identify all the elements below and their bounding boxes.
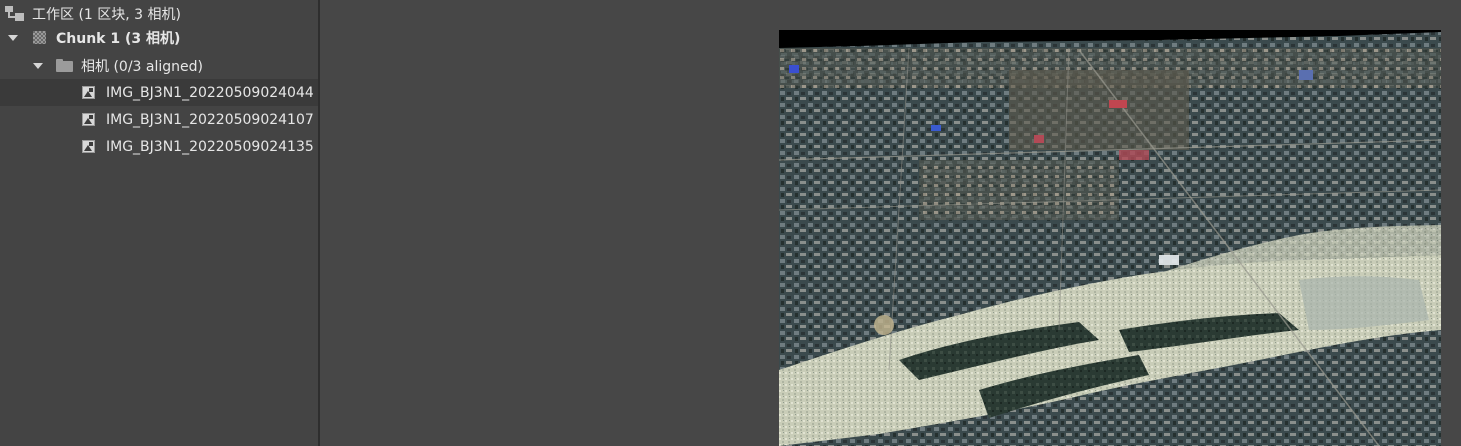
tree-chunk[interactable]: Chunk 1 (3 相机): [0, 24, 318, 51]
chevron-down-icon[interactable]: [8, 34, 18, 41]
chevron-down-icon[interactable]: [33, 62, 43, 69]
satellite-image: [779, 30, 1441, 446]
camera-label: IMG_BJ3N1_20220509024135: [106, 138, 314, 155]
image-icon: [82, 140, 95, 153]
chunk-icon: [33, 31, 46, 44]
tree-camera-item[interactable]: IMG_BJ3N1_20220509024107: [0, 106, 318, 133]
tree-camera-item[interactable]: IMG_BJ3N1_20220509024044: [0, 79, 318, 106]
camera-label: IMG_BJ3N1_20220509024107: [106, 111, 314, 128]
workspace-label: 工作区 (1 区块, 3 相机): [32, 6, 181, 23]
cameras-folder-label: 相机 (0/3 aligned): [81, 58, 203, 75]
image-icon: [82, 86, 95, 99]
workspace-panel: 工作区 (1 区块, 3 相机) Chunk 1 (3 相机) 相机 (0/3 …: [0, 0, 318, 446]
tree-cameras-folder[interactable]: 相机 (0/3 aligned): [0, 52, 318, 79]
tree-camera-item[interactable]: IMG_BJ3N1_20220509024135: [0, 133, 318, 160]
camera-label: IMG_BJ3N1_20220509024044: [106, 84, 314, 101]
workspace-icon: [5, 5, 25, 22]
folder-icon: [56, 59, 73, 72]
chunk-label: Chunk 1 (3 相机): [56, 30, 181, 47]
tree-workspace[interactable]: 工作区 (1 区块, 3 相机): [0, 0, 318, 27]
app-window: 工作区 (1 区块, 3 相机) Chunk 1 (3 相机) 相机 (0/3 …: [0, 0, 1461, 446]
image-icon: [82, 113, 95, 126]
model-viewport[interactable]: [320, 0, 1461, 446]
